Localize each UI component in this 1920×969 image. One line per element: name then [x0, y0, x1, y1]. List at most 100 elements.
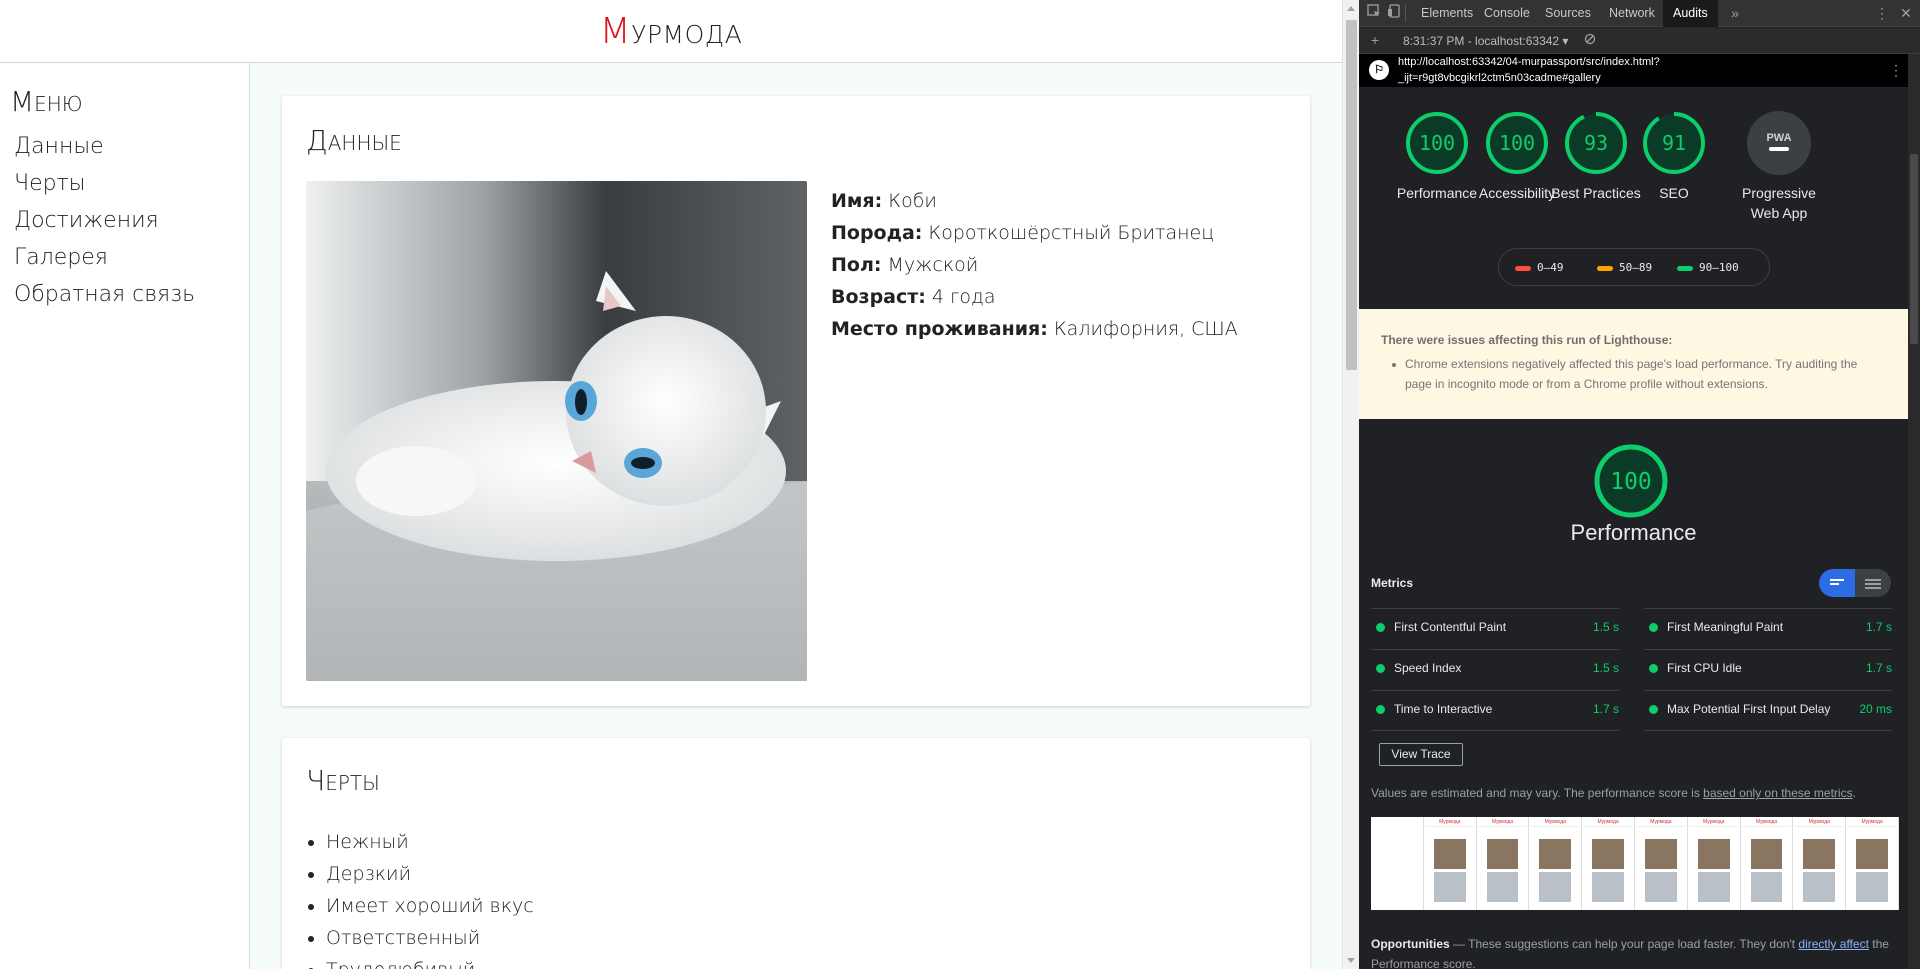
kebab-menu-icon[interactable]: ⋮: [1872, 4, 1892, 23]
gauge-ring-icon: 100: [1594, 444, 1668, 518]
estimate-end: .: [1852, 786, 1856, 800]
metric-name: Time to Interactive: [1394, 702, 1493, 716]
metric-value: 1.5 s: [1592, 661, 1619, 675]
scroll-up-arrow-icon[interactable]: [1347, 6, 1355, 11]
gauge-score: 93: [1584, 131, 1608, 155]
filmstrip-frame: Мурмода: [1635, 817, 1688, 910]
trait-item: Нежный: [326, 826, 534, 858]
estimate-note: Values are estimated and may vary. The p…: [1371, 786, 1856, 800]
trait-item: Ответственный: [326, 922, 534, 954]
pass-dot-icon: [1376, 623, 1385, 632]
tab-network[interactable]: Network: [1599, 0, 1665, 27]
metric-time-to-interactive: Time to Interactive 1.7 s: [1371, 690, 1619, 730]
gauge-seo[interactable]: 91 SEO: [1624, 111, 1724, 203]
menu-item-data[interactable]: Данные: [14, 128, 249, 165]
report-menu-icon[interactable]: ⋮: [1889, 62, 1903, 79]
legend-pass-swatch: [1677, 265, 1693, 271]
site-header: Мурмода: [0, 0, 1342, 63]
audited-url-line2: _ijt=r9gt8vbcgikrl2ctm5n03cadme#gallery: [1398, 72, 1601, 84]
gauge-label: Progressive Web App: [1742, 185, 1816, 221]
page-scrollbar[interactable]: [1342, 0, 1359, 969]
expanded-lines-icon[interactable]: [1865, 579, 1881, 591]
device-toolbar-icon[interactable]: [1384, 4, 1404, 23]
close-icon[interactable]: ✕: [1896, 4, 1916, 23]
audited-url[interactable]: http://localhost:63342/04-murpassport/sr…: [1398, 54, 1660, 86]
cat-photo: [306, 181, 807, 681]
view-trace-button[interactable]: View Trace: [1379, 743, 1463, 766]
scroll-down-arrow-icon[interactable]: [1347, 958, 1355, 963]
tab-audits[interactable]: Audits: [1663, 0, 1718, 27]
legend-average-swatch: [1597, 265, 1613, 271]
estimate-text: Values are estimated and may vary. The p…: [1371, 786, 1704, 800]
clear-icon[interactable]: [1580, 31, 1600, 50]
compact-lines-icon: [1830, 579, 1846, 587]
metric-first-cpu-idle: First CPU Idle 1.7 s: [1644, 649, 1892, 689]
legend-fail-swatch: [1515, 265, 1531, 271]
info-sex-value: Мужской: [887, 254, 979, 276]
filmstrip-frame: Мурмода: [1477, 817, 1530, 910]
performance-big-gauge: 100: [1593, 443, 1669, 524]
metrics-view-toggle[interactable]: [1819, 569, 1891, 597]
metric-max-potential-fid: Max Potential First Input Delay 20 ms: [1644, 690, 1892, 730]
trait-item: Дерзкий: [326, 858, 534, 890]
opportunities-text: — These suggestions can help your page l…: [1449, 937, 1799, 951]
filmstrip-frame: Мурмода: [1793, 817, 1847, 910]
lighthouse-url-bar: ⚐ http://localhost:63342/04-murpassport/…: [1359, 54, 1908, 87]
filmstrip-frame: Мурмода: [1741, 817, 1794, 910]
metric-value: 1.5 s: [1592, 620, 1619, 634]
tab-elements[interactable]: Elements: [1411, 0, 1483, 27]
gauge-score: 100: [1419, 131, 1455, 155]
filmstrip-frame: Мурмода: [1582, 817, 1635, 910]
gauge-ring-icon: 100: [1486, 112, 1548, 174]
tab-console[interactable]: Console: [1474, 0, 1540, 27]
site-title-first-letter: М: [599, 11, 632, 52]
info-residence-value: Калифорния, США: [1053, 318, 1238, 340]
audits-toolbar: + 8:31:37 PM - localhost:63342 ▾: [1359, 28, 1920, 54]
pass-dot-icon: [1649, 623, 1658, 632]
filmstrip-frame: Мурмода: [1529, 817, 1583, 910]
filmstrip-frame: Мурмода: [1846, 817, 1899, 910]
plus-icon[interactable]: +: [1365, 31, 1385, 50]
pwa-badge-text: PWA: [1766, 132, 1791, 144]
menu-title: Меню: [10, 85, 83, 118]
filmstrip: Мурмода Мурмода Мурмода Мурмода Мурмода …: [1371, 817, 1899, 910]
site-title-rest: урмода: [631, 11, 743, 52]
info-sex-label: Пол:: [831, 254, 882, 276]
more-tabs-icon[interactable]: »: [1725, 4, 1745, 23]
traits-list: Нежный Дерзкий Имеет хороший вкус Ответс…: [326, 826, 534, 969]
pass-dot-icon: [1649, 664, 1658, 673]
devtools-scroll-thumb[interactable]: [1910, 154, 1918, 344]
warning-title: There were issues affecting this run of …: [1381, 333, 1673, 347]
metric-name: Speed Index: [1394, 661, 1462, 675]
audit-run-select[interactable]: 8:31:37 PM - localhost:63342 ▾: [1403, 28, 1568, 54]
info-breed-label: Порода:: [831, 222, 923, 244]
info-name-value: Коби: [888, 190, 937, 212]
legend-pass: 90–100: [1677, 261, 1739, 274]
opportunities-link[interactable]: directly affect: [1798, 937, 1868, 951]
inspect-element-icon[interactable]: [1364, 4, 1384, 23]
menu-item-achievements[interactable]: Достижения: [14, 202, 249, 239]
menu-item-feedback[interactable]: Обратная связь: [14, 276, 249, 313]
filmstrip-frame: [1371, 817, 1424, 910]
performance-title: Performance: [1570, 520, 1697, 545]
gauge-ring-icon: 100: [1406, 112, 1468, 174]
gauge-label: SEO: [1659, 185, 1689, 201]
devtools-scrollbar[interactable]: [1908, 54, 1920, 969]
opportunities-intro: Opportunities — These suggestions can he…: [1371, 934, 1901, 969]
tab-sources[interactable]: Sources: [1535, 0, 1601, 27]
gauge-pwa[interactable]: PWA Progressive Web App: [1729, 111, 1829, 223]
score-legend: 0–49 50–89 90–100: [1498, 248, 1770, 286]
estimate-link[interactable]: based only on these metrics: [1703, 786, 1852, 800]
info-sex: Пол: Мужской: [831, 249, 1238, 281]
menu-item-traits[interactable]: Черты: [14, 165, 249, 202]
toolbar-divider: [1405, 5, 1406, 22]
metric-value: 20 ms: [1859, 702, 1892, 716]
menu-item-gallery[interactable]: Галерея: [14, 239, 249, 276]
lighthouse-report: 100 Performance 100 Accessibility 93 Bes…: [1359, 87, 1908, 969]
info-name-label: Имя:: [831, 190, 883, 212]
legend-fail: 0–49: [1515, 261, 1564, 274]
toggle-compact-view[interactable]: [1819, 569, 1855, 597]
page-scroll-thumb[interactable]: [1346, 20, 1357, 370]
frame-title: Мурмода: [1478, 819, 1527, 827]
frame-title: Мурмода: [1531, 819, 1580, 827]
